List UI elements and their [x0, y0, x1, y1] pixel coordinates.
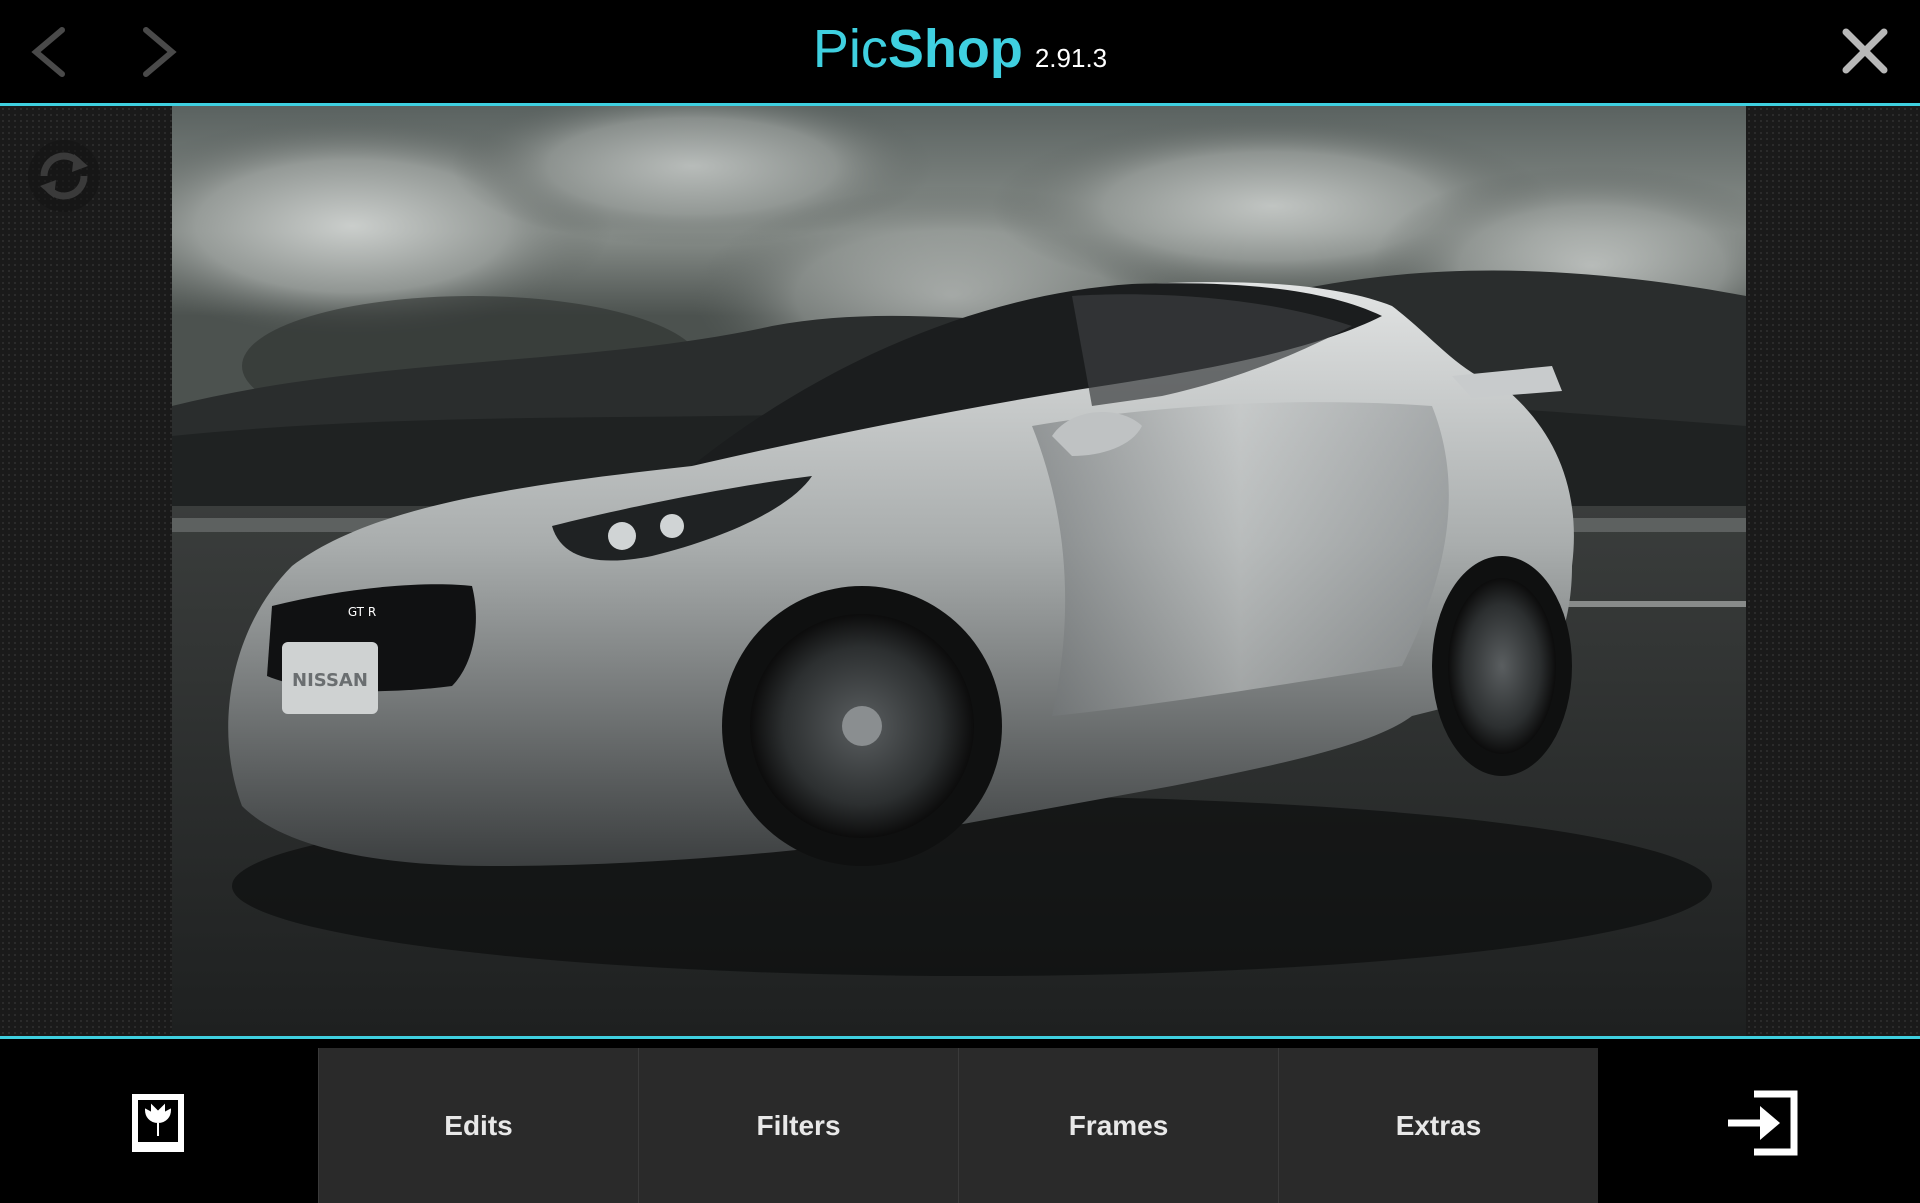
tab-frames[interactable]: Frames: [958, 1048, 1278, 1203]
tab-filters[interactable]: Filters: [638, 1048, 958, 1203]
rotate-button[interactable]: [28, 140, 100, 212]
app-title-pic: Pic: [812, 19, 888, 79]
photo-image: NISSAN GT R: [172, 106, 1746, 1036]
canvas-area: NISSAN GT R: [0, 106, 1920, 1036]
photo-preview[interactable]: NISSAN GT R: [172, 106, 1746, 1036]
bottom-toolbar: Edits Filters Frames Extras: [0, 1036, 1920, 1203]
tab-edits[interactable]: Edits: [318, 1048, 638, 1203]
app-title-shop: Shop: [887, 19, 1023, 79]
app-version: 2.91.3: [1034, 43, 1108, 73]
nissan-badge-text: NISSAN: [292, 670, 368, 691]
export-button[interactable]: [1600, 1042, 1920, 1203]
tab-extras[interactable]: Extras: [1278, 1048, 1598, 1203]
gallery-icon: [132, 1094, 184, 1152]
export-icon: [1728, 1090, 1798, 1156]
gallery-button[interactable]: [0, 1042, 318, 1203]
app-title: PicShop 2.91.3: [0, 18, 1920, 80]
rotate-icon: [28, 140, 100, 212]
close-button[interactable]: [1832, 20, 1898, 84]
header-bar: PicShop 2.91.3: [0, 0, 1920, 106]
close-icon: [1842, 28, 1888, 74]
gtr-emblem-text: GT R: [348, 605, 376, 619]
